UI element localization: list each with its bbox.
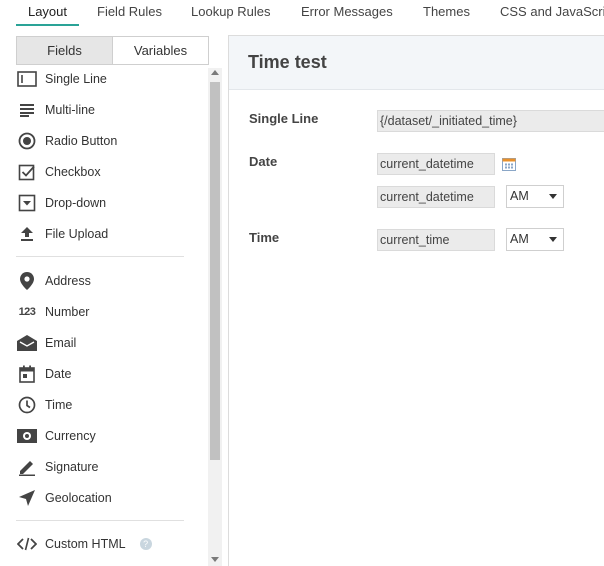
calendar-icon [16,363,38,385]
field-label: Custom HTML [45,537,126,551]
map-pin-icon [16,270,38,292]
divider [16,520,184,521]
field-label: Single Line [45,72,107,86]
tab-layout[interactable]: Layout [16,0,79,26]
form-header[interactable]: Time test [229,36,604,90]
single-line-icon [16,68,38,90]
form-canvas: Time test Single Line {/dataset/_initiat… [228,35,604,566]
field-label: File Upload [45,227,109,241]
scroll-thumb[interactable] [210,82,220,460]
time-input[interactable]: current_time [377,229,495,251]
field-label: Multi-line [45,103,96,117]
time-ampm-value: AM [510,232,529,246]
field-label: Radio Button [45,134,118,148]
help-icon[interactable]: ? [139,538,152,550]
field-item-custom-html[interactable]: Custom HTML ? [16,533,196,555]
field-item-time[interactable]: Time [16,394,196,416]
code-icon [16,533,38,555]
multi-line-icon [16,99,38,121]
radio-button-icon [16,130,38,152]
field-list: Single Line Multi-line Radio Button Chec… [0,26,208,566]
field-palette: Fields Variables Single Line Multi-line … [0,26,228,566]
field-label: Checkbox [45,165,101,179]
field-item-date[interactable]: Date [16,363,196,385]
field-item-geolocation[interactable]: Geolocation [16,487,196,509]
palette-scrollbar[interactable] [208,68,222,566]
tab-css-javascript[interactable]: CSS and JavaScript [500,0,604,26]
field-label: Date [45,367,72,381]
tab-field-rules[interactable]: Field Rules [97,0,162,26]
field-item-signature[interactable]: Signature [16,456,196,478]
time-label: Time [249,230,280,245]
time-ampm-select[interactable]: AM [506,228,564,251]
top-tab-bar: Layout Field Rules Lookup Rules Error Me… [0,0,604,26]
location-arrow-icon [16,487,38,509]
field-item-drop-down[interactable]: Drop-down [16,192,196,214]
single-line-label: Single Line [249,111,319,126]
field-item-radio-button[interactable]: Radio Button [16,130,196,152]
field-item-currency[interactable]: Currency [16,425,196,447]
tab-themes[interactable]: Themes [423,0,470,26]
upload-icon [16,223,38,245]
field-item-single-line[interactable]: Single Line [16,68,196,90]
field-label: Drop-down [45,196,107,210]
datetime-ampm-select[interactable]: AM [506,185,564,208]
field-label: Email [45,336,77,350]
dropdown-icon [16,192,38,214]
field-label: Currency [45,429,96,443]
date-input[interactable]: current_datetime [377,153,495,175]
tab-error-messages[interactable]: Error Messages [301,0,393,26]
date-picker-icon[interactable] [502,157,516,171]
date-label: Date [249,154,278,169]
field-item-file-upload[interactable]: File Upload [16,223,196,245]
single-line-input[interactable]: {/dataset/_initiated_time} [377,110,604,132]
divider [16,256,184,257]
pen-icon [16,456,38,478]
field-item-checkbox[interactable]: Checkbox [16,161,196,183]
form-title: Time test [248,52,327,72]
datetime-ampm-value: AM [510,189,529,203]
number-icon: 123 [18,306,36,318]
currency-icon [16,425,38,447]
tab-lookup-rules[interactable]: Lookup Rules [191,0,271,26]
field-item-multi-line[interactable]: Multi-line [16,99,196,121]
email-icon [16,332,38,354]
field-item-email[interactable]: Email [16,332,196,354]
checkbox-icon [16,161,38,183]
chevron-down-icon [549,194,557,199]
field-label: Address [45,274,91,288]
clock-icon [16,394,38,416]
field-label: Number [45,305,90,319]
scroll-down-arrow-icon[interactable] [211,557,219,562]
datetime-input[interactable]: current_datetime [377,186,495,208]
field-label: Time [45,398,73,412]
field-label: Signature [45,460,99,474]
chevron-down-icon [549,237,557,242]
scroll-up-arrow-icon[interactable] [211,70,219,75]
field-label: Geolocation [45,491,112,505]
field-item-address[interactable]: Address [16,270,196,292]
field-item-number[interactable]: 123 Number [16,301,196,323]
